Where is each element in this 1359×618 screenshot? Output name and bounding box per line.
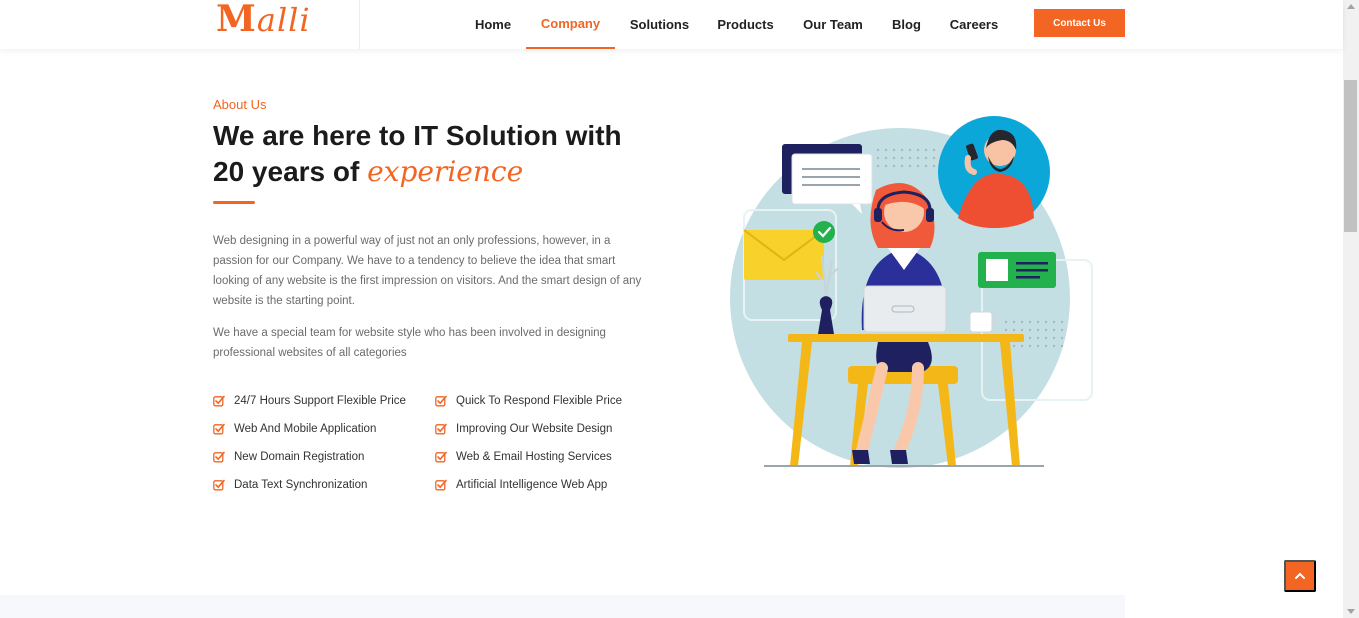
about-paragraph-1: Web designing in a powerful way of just … xyxy=(213,235,642,307)
feature-item: Data Text Synchronization xyxy=(213,475,435,495)
check-square-icon xyxy=(435,395,447,407)
headline-accent: experience xyxy=(367,155,524,188)
support-agent-illustration xyxy=(730,116,1093,468)
nav-item-home[interactable]: Home xyxy=(460,0,526,49)
site-header: Malli Home Company Solutions Products Ou… xyxy=(0,0,1343,49)
feature-item: New Domain Registration xyxy=(213,447,435,467)
nav-item-solutions[interactable]: Solutions xyxy=(615,0,704,49)
feature-item: Artificial Intelligence Web App xyxy=(435,475,653,495)
scroll-down-arrow[interactable] xyxy=(1347,609,1355,614)
check-square-icon xyxy=(435,423,447,435)
check-square-icon xyxy=(435,451,447,463)
nav-item-products[interactable]: Products xyxy=(704,0,787,49)
brand-logo[interactable]: Malli xyxy=(212,0,360,49)
scroll-up-arrow[interactable] xyxy=(1347,4,1355,9)
check-square-icon xyxy=(435,479,447,491)
check-square-icon xyxy=(213,395,225,407)
feature-item: Web & Email Hosting Services xyxy=(435,447,653,467)
feature-list: 24/7 Hours Support Flexible Price Quick … xyxy=(213,391,653,495)
contact-us-button[interactable]: Contact Us xyxy=(1034,9,1125,37)
nav-item-company[interactable]: Company xyxy=(526,0,615,49)
check-square-icon xyxy=(213,423,225,435)
nav-item-careers[interactable]: Careers xyxy=(934,0,1014,49)
logo-text: Malli xyxy=(216,0,311,40)
page: Malli Home Company Solutions Products Ou… xyxy=(0,0,1359,618)
main-nav: Home Company Solutions Products Our Team… xyxy=(460,0,1014,49)
page-scrollbar[interactable] xyxy=(1343,0,1359,618)
check-square-icon xyxy=(213,451,225,463)
scroll-to-top-button[interactable] xyxy=(1284,560,1316,592)
section-eyebrow: About Us xyxy=(213,97,267,112)
next-section-band xyxy=(0,595,1125,618)
headline-underline xyxy=(213,201,255,204)
check-square-icon xyxy=(213,479,225,491)
feature-item: 24/7 Hours Support Flexible Price xyxy=(213,391,435,411)
feature-item: Improving Our Website Design xyxy=(435,419,653,439)
feature-item: Web And Mobile Application xyxy=(213,419,435,439)
nav-item-blog[interactable]: Blog xyxy=(879,0,934,49)
chevron-up-icon xyxy=(1295,572,1305,579)
scrollbar-thumb[interactable] xyxy=(1344,80,1357,232)
nav-item-our-team[interactable]: Our Team xyxy=(787,0,879,49)
feature-item: Quick To Respond Flexible Price xyxy=(435,391,653,411)
section-headline: We are here to IT Solution with 20 years… xyxy=(213,120,622,188)
about-paragraph-2: We have a special team for website style… xyxy=(213,327,606,359)
